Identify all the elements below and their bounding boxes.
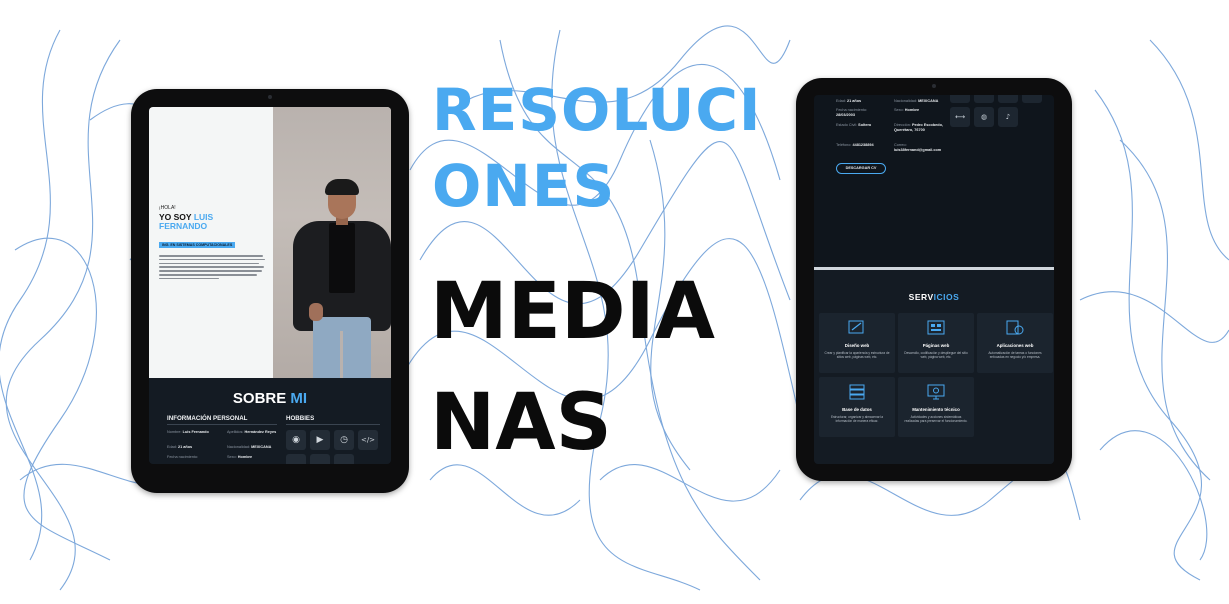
hobby-icon-c[interactable] [998, 95, 1018, 103]
hero-section: ¡HOLA! YO SOY LUIS FERNANDO ING. EN SIST… [149, 107, 391, 378]
field-telefono: Teléfono: 4481238894 [836, 143, 874, 147]
tablet-left-screen: ¡HOLA! YO SOY LUIS FERNANDO ING. EN SIST… [149, 107, 391, 464]
headline-blue-line-1: RESOLUCI [432, 76, 762, 144]
clock-icon[interactable]: ◷ [334, 430, 354, 450]
profile-photo [273, 107, 391, 378]
arrows-icon[interactable]: ⟷ [950, 107, 970, 127]
hobbies-heading: HOBBIES [286, 415, 315, 422]
photo-shirt [329, 223, 355, 293]
download-cv-button[interactable]: DESCARGAR CV [836, 163, 886, 174]
tablet-right-mockup: Edad: 21 años Nacionalidad: MEXICANA Fec… [796, 78, 1072, 481]
tablet-left-mockup: ¡HOLA! YO SOY LUIS FERNANDO ING. EN SIST… [131, 89, 409, 493]
webpage-icon [927, 320, 945, 335]
hobby-icon-7[interactable] [334, 454, 354, 464]
field-fecha: Fecha nacimiento: 28/03/2003 [836, 108, 868, 117]
spotify-icon[interactable]: ◉ [286, 430, 306, 450]
design-icon [848, 320, 864, 334]
hobby-icon-a[interactable] [950, 95, 970, 103]
service-card-aplicaciones[interactable]: Aplicaciones web Automatización de tarea… [977, 313, 1053, 373]
about-section: SOBRE MI INFORMACIÓN PERSONAL HOBBIES No… [149, 378, 391, 464]
field-sexo: Sexo: Hombre [894, 108, 920, 112]
field-fecha: Fecha nacimiento: [167, 455, 199, 459]
hero-text: ¡HOLA! YO SOY LUIS FERNANDO ING. EN SIST… [159, 205, 267, 280]
camera-dot [268, 95, 272, 99]
field-edad: Edad: 21 años [836, 99, 862, 103]
bio-paragraph [159, 255, 267, 280]
field-nacionalidad: Nacionalidad: MEXICANA [227, 445, 272, 449]
name-last: FERNANDO [159, 221, 208, 231]
services-title: SERVICIOS [908, 292, 960, 302]
gamepad-icon[interactable]: ◍ [974, 107, 994, 127]
database-icon [849, 384, 865, 400]
hobby-icon-5[interactable] [286, 454, 306, 464]
service-card-paginas[interactable]: Páginas web Desarrollo, codificación y d… [898, 313, 974, 373]
hobby-icon-6[interactable] [310, 454, 330, 464]
field-nacionalidad: Nacionalidad: MEXICANA [894, 99, 939, 103]
maintenance-icon [927, 384, 945, 400]
greeting: ¡HOLA! [159, 205, 176, 211]
headline-black-line-2: NAS [430, 378, 612, 468]
tablet-right-screen: Edad: 21 años Nacionalidad: MEXICANA Fec… [814, 95, 1054, 464]
field-sexo: Sexo: Hombre [227, 455, 253, 459]
field-apellidos: Apellidos: Hernández Reyes [227, 430, 277, 434]
field-estado-civil: Estado Civil: Soltero [836, 123, 872, 127]
field-edad: Edad: 21 años [167, 445, 193, 449]
headline-black-line-1: MEDIA [430, 267, 716, 357]
hobby-icon-b[interactable] [974, 95, 994, 103]
service-card-base-datos[interactable]: Base de datos Estructurar, organizar y a… [819, 377, 895, 437]
personal-info-heading: INFORMACIÓN PERSONAL [167, 415, 248, 422]
field-direccion: Dirección: Pedro Escobedo, Querétaro, 76… [894, 123, 943, 132]
code-icon[interactable]: </> [358, 430, 378, 450]
youtube-icon[interactable]: ▶ [310, 430, 330, 450]
services-section: SERVICIOS Diseño web Crear y planificar … [814, 270, 1054, 464]
app-icon [1006, 320, 1024, 335]
headline-blue-line-2: ONES [432, 152, 616, 220]
camera-dot [932, 84, 936, 88]
field-nombre: Nombre: Luis Fernando [167, 430, 209, 434]
degree-badge: ING. EN SISTEMAS COMPUTACIONALES [159, 242, 236, 248]
service-card-diseno[interactable]: Diseño web Crear y planificar la aparien… [819, 313, 895, 373]
tiktok-icon[interactable]: ♪ [998, 107, 1018, 127]
hobby-icon-d[interactable] [1022, 95, 1042, 103]
field-correo: Correo: luis38fernand@gmail.com [894, 143, 942, 152]
service-card-mantenimiento[interactable]: Mantenimiento técnico Actividades y acci… [898, 377, 974, 437]
about-title: SOBRE MI [232, 390, 308, 407]
